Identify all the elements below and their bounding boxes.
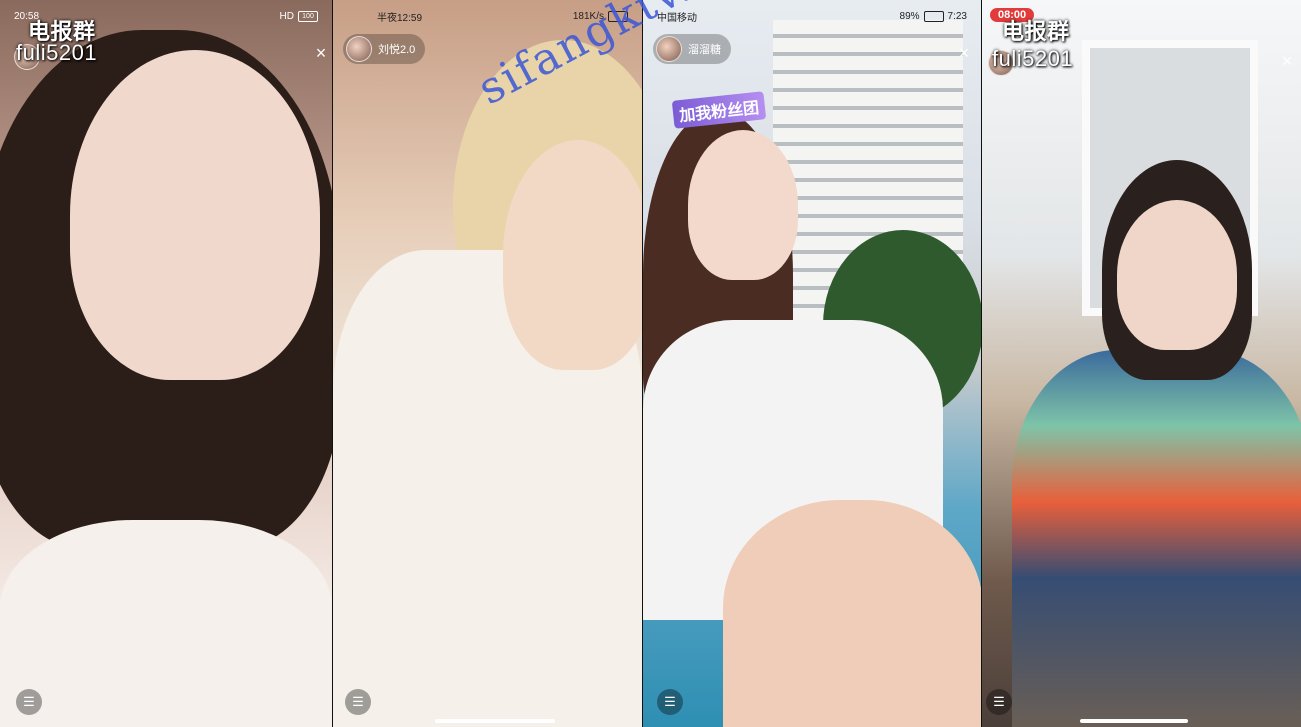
- status-icons: HD 100: [279, 10, 318, 22]
- status-bar: 中国移动 89% 7:23: [643, 6, 981, 26]
- host-info[interactable]: 刘悦2.0: [343, 34, 426, 64]
- host-info[interactable]: 溜溜糖: [653, 34, 731, 64]
- status-icons: 89% 7:23: [899, 10, 967, 22]
- close-icon[interactable]: ×: [955, 44, 973, 62]
- face-shape: [503, 140, 642, 370]
- avatar: [346, 36, 372, 62]
- host-name: 刘悦2.0: [378, 44, 416, 56]
- face-shape: [1117, 200, 1237, 350]
- home-indicator[interactable]: [1080, 719, 1188, 723]
- home-indicator[interactable]: [435, 719, 555, 723]
- body-shape: [0, 520, 332, 727]
- video-panel-3[interactable]: 中国移动 89% 7:23 溜溜糖 加我粉丝团 × ☰: [643, 0, 981, 727]
- status-time: 半夜12:59: [377, 12, 423, 24]
- video-panel-1[interactable]: 20:58 HD 100 电报群 fuli5201 × ☰: [0, 0, 332, 727]
- channel-label: 电报群: [1002, 19, 1070, 44]
- video-panel-4[interactable]: 08:00 电报群 fuli5201 × ☰: [982, 0, 1301, 727]
- message-icon[interactable]: ☰: [16, 689, 42, 715]
- face-shape: [688, 130, 798, 280]
- status-time: 7:23: [947, 10, 967, 22]
- close-icon[interactable]: ×: [312, 44, 330, 62]
- battery-icon: [923, 10, 944, 22]
- handle-label: fuli5201: [992, 46, 1074, 71]
- close-icon[interactable]: ×: [1278, 52, 1296, 70]
- handle-label: fuli5201: [16, 40, 98, 65]
- status-hd: HD: [279, 10, 294, 22]
- fan-club-badge[interactable]: 加我粉丝团: [671, 91, 767, 129]
- face-shape: [70, 50, 320, 380]
- video-panel-2[interactable]: 半夜12:59 181K/s 刘悦2.0 ☰: [333, 0, 642, 727]
- message-icon[interactable]: ☰: [986, 689, 1012, 715]
- battery-icon: 100: [298, 10, 318, 22]
- body-shape: [1012, 350, 1301, 727]
- leg-shape: [723, 500, 981, 727]
- avatar: [656, 36, 682, 62]
- message-icon[interactable]: ☰: [657, 689, 683, 715]
- status-battery: 89%: [899, 10, 920, 22]
- host-name: 溜溜糖: [688, 44, 721, 56]
- message-icon[interactable]: ☰: [345, 689, 371, 715]
